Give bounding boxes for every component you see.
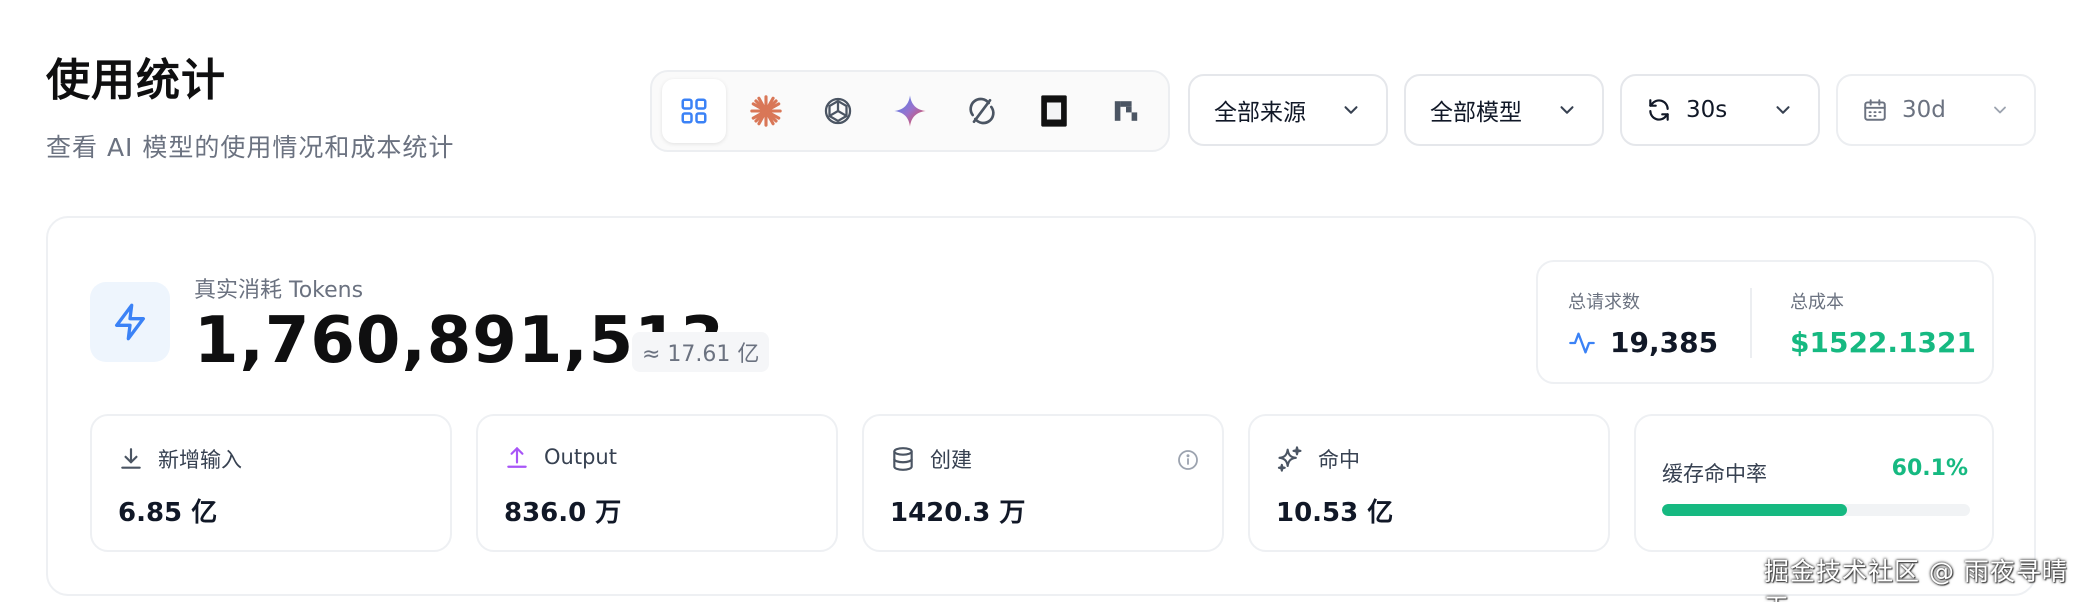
source-select[interactable]: 全部来源 [1188,74,1388,146]
chevron-down-icon [1340,99,1362,121]
metric-label: 新增输入 [158,448,242,472]
total-requests-value: 19,385 [1610,326,1719,359]
database-icon [893,447,913,471]
page-subtitle: 查看 AI 模型的使用情况和成本统计 [46,133,455,162]
model-select-value: 全部模型 [1430,100,1522,126]
sparkles-icon [1277,446,1302,472]
metric-card-hit: 命中 10.53 亿 [1248,414,1610,552]
calendar-icon [1862,97,1888,123]
square-logo-icon [1041,95,1067,127]
provider-gemini-button[interactable] [878,79,942,143]
total-requests: 总请求数 19,385 [1568,288,1718,359]
metric-value: 836.0 万 [504,498,622,528]
provider-filter-bar [650,70,1170,152]
tokens-icon-tile [90,282,170,362]
source-select-value: 全部来源 [1214,100,1306,126]
cache-progress-track [1662,504,1970,516]
openai-icon [824,97,852,125]
tokens-approx-badge: ≈ 17.61 亿 [632,332,770,372]
usage-stats-card: 真实消耗 Tokens 1,760,891,513 ≈ 17.61 亿 总请求数… [46,216,2036,596]
tokens-label: 真实消耗 Tokens [194,278,364,303]
total-cost-value: $1522.1321 [1790,326,1976,359]
cycle-logo-icon [969,97,995,125]
provider-claude-button[interactable] [734,79,798,143]
provider-cycle-button[interactable] [950,79,1014,143]
total-cost-label: 总成本 [1790,292,1844,313]
grid-icon [681,98,707,124]
total-cost: 总成本 $1522.1321 [1790,288,1976,359]
cache-progress-fill [1662,504,1848,516]
provider-pixel-button[interactable] [1094,79,1158,143]
metric-card-output: Output 836.0 万 [476,414,838,552]
pixel-logo-icon [1114,101,1138,121]
metric-card-new-input: 新增输入 6.85 亿 [90,414,452,552]
summary-divider [1750,288,1752,358]
page-header: 使用统计 查看 AI 模型的使用情况和成本统计 [46,44,454,164]
total-requests-label: 总请求数 [1568,292,1640,313]
provider-openai-button[interactable] [806,79,870,143]
lightning-icon [115,303,145,341]
gemini-icon [894,95,926,127]
activity-icon [1569,332,1595,353]
metric-card-create: 创建 1420.3 万 [862,414,1224,552]
provider-all-button[interactable] [662,79,726,143]
metric-label: 命中 [1318,448,1360,472]
chevron-down-icon [1772,99,1794,121]
chevron-down-icon [1990,100,2010,120]
watermark: 掘金技术社区 @ 雨夜寻晴天 [1764,557,2068,602]
cache-hit-rate-percent: 60.1% [1891,456,1968,481]
metric-value: 6.85 亿 [118,498,218,528]
refresh-interval-value: 30s [1686,97,1728,123]
info-icon[interactable] [1176,448,1200,476]
metric-label: Output [544,445,617,469]
metric-label: 创建 [930,448,972,472]
metric-value: 1420.3 万 [890,498,1026,528]
upload-icon [507,447,527,468]
download-icon [121,448,141,469]
date-range-select[interactable]: 30d [1836,74,2036,146]
date-range-value: 30d [1902,97,1946,123]
provider-square-button[interactable] [1022,79,1086,143]
page-title: 使用统计 [46,55,226,106]
model-select[interactable]: 全部模型 [1404,74,1604,146]
chevron-down-icon [1556,99,1578,121]
summary-panel: 总请求数 19,385 总成本 $1522.1321 [1536,260,1994,384]
cache-hit-rate-label: 缓存命中率 [1662,462,1767,486]
refresh-icon [1646,97,1672,123]
cache-hit-rate-card: 缓存命中率 60.1% [1634,414,1994,552]
metric-value: 10.53 亿 [1276,498,1394,528]
claude-icon [750,95,782,127]
refresh-interval-select[interactable]: 30s [1620,74,1820,146]
